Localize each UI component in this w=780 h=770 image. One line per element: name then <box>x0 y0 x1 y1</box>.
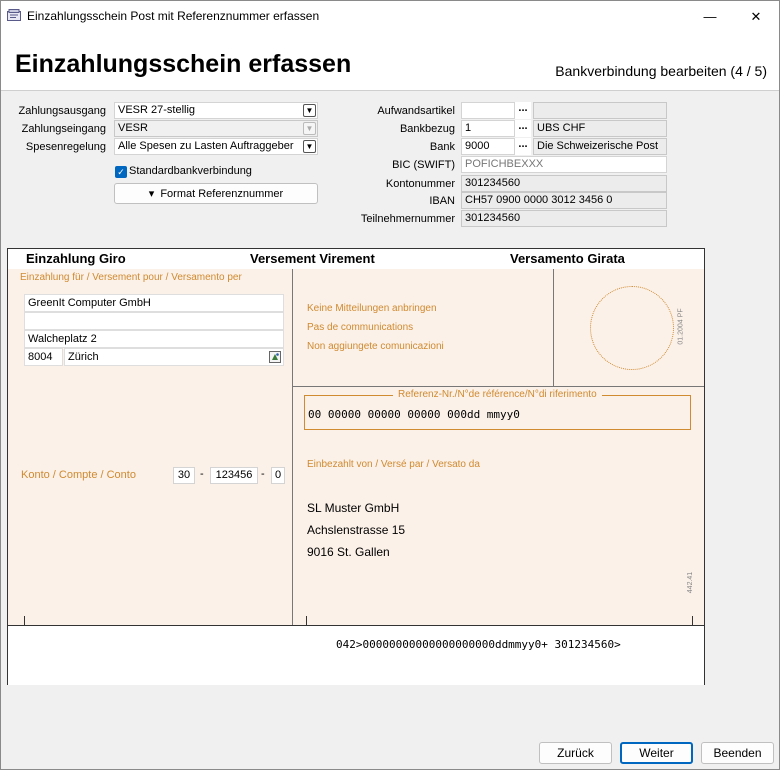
ocr-coding-line: 042>00000000000000000000ddmmyy0+ 3012345… <box>336 638 621 651</box>
konto-part-3[interactable]: 0 <box>271 467 285 484</box>
einzahlung-fuer-label: Einzahlung für / Versement pour / Versam… <box>20 272 242 283</box>
konto-dash-2: - <box>261 468 265 480</box>
bic-input[interactable]: POFICHBEXXX <box>461 156 667 173</box>
format-referenznummer-label: Format Referenznummer <box>160 187 284 200</box>
kontonummer-field: 301234560 <box>461 175 667 192</box>
form-code: 01.2004 PF <box>677 308 685 345</box>
aufwandsartikel-description <box>533 102 667 119</box>
zahlungsausgang-value: VESR 27-stellig <box>118 104 196 116</box>
recipient-ort[interactable]: Zürich <box>64 348 284 366</box>
bankbezug-lookup-button[interactable]: ... <box>515 120 531 137</box>
next-button[interactable]: Weiter <box>620 742 693 764</box>
mitteilung-line-1: Keine Mitteilungen anbringen <box>307 303 437 314</box>
chevron-down-icon: ▼ <box>303 122 316 135</box>
bic-label: BIC (SWIFT) <box>392 159 455 171</box>
aufwandsartikel-label: Aufwandsartikel <box>377 105 455 117</box>
payment-slip-icon <box>7 9 21 21</box>
zahlungsausgang-select[interactable]: VESR 27-stellig ▼ <box>114 102 318 119</box>
chevron-down-icon[interactable]: ▼ <box>303 104 316 117</box>
slip-heading-giro: Einzahlung Giro <box>26 251 126 266</box>
format-referenznummer-button[interactable]: ▾ Format Referenznummer <box>114 183 318 204</box>
bank-description: Die Schweizerische Post <box>533 138 667 155</box>
stamp-divider <box>553 269 554 386</box>
aufwandsartikel-lookup-button[interactable]: ... <box>515 102 531 119</box>
spesenregelung-value: Alle Spesen zu Lasten Auftraggeber <box>118 140 294 152</box>
location-lookup-icon[interactable] <box>269 351 281 363</box>
close-button[interactable]: ✕ <box>733 1 779 32</box>
recipient-line-3[interactable]: Walcheplatz 2 <box>24 330 284 348</box>
slip-heading-girata: Versamento Girata <box>510 251 625 266</box>
konto-part-1[interactable]: 30 <box>173 467 195 484</box>
teilnehmernummer-field: 301234560 <box>461 210 667 227</box>
finish-button[interactable]: Beenden <box>701 742 774 764</box>
tick-mark-right <box>692 616 693 626</box>
dialog-window: Einzahlungsschein Post mit Referenznumme… <box>0 0 780 770</box>
slip-message-section: Keine Mitteilungen anbringen Pas de comm… <box>293 269 704 387</box>
payer-line-3: 9016 St. Gallen <box>307 545 390 559</box>
payer-line-1: SL Muster GmbH <box>307 501 400 515</box>
tick-mark-left <box>24 616 25 626</box>
side-code: 442.41 <box>687 571 695 594</box>
payer-line-2: Achslenstrasse 15 <box>307 523 406 537</box>
chevron-down-icon[interactable]: ▼ <box>303 140 316 153</box>
minimize-button[interactable]: — <box>687 1 733 32</box>
slip-reference-section: Referenz-Nr./N°de référence/N°di riferim… <box>293 387 704 625</box>
kontonummer-label: Kontonummer <box>385 178 455 190</box>
title-bar: Einzahlungsschein Post mit Referenznumme… <box>1 1 779 32</box>
page-title: Einzahlungsschein erfassen <box>15 50 352 78</box>
back-button[interactable]: Zurück <box>539 742 612 764</box>
slip-left-section: Einzahlung für / Versement pour / Versam… <box>8 269 293 625</box>
spesenregelung-select[interactable]: Alle Spesen zu Lasten Auftraggeber ▼ <box>114 138 318 155</box>
konto-dash-1: - <box>200 468 204 480</box>
teilnehmernummer-label: Teilnehmernummer <box>360 213 455 225</box>
recipient-line-2[interactable] <box>24 312 284 330</box>
iban-field: CH57 0900 0000 3012 3456 0 <box>461 192 667 209</box>
wizard-header: Einzahlungsschein erfassen Bankverbindun… <box>1 32 779 91</box>
zahlungseingang-label: Zahlungseingang <box>21 123 106 135</box>
bankbezug-label: Bankbezug <box>399 123 455 135</box>
einbezahlt-label: Einbezahlt von / Versé par / Versato da <box>307 459 480 470</box>
standardbank-checkbox-label[interactable]: Standardbankverbindung <box>129 165 252 177</box>
konto-label: Konto / Compte / Conto <box>21 469 136 481</box>
tick-mark-middle <box>306 616 307 626</box>
step-indicator: Bankverbindung bearbeiten (4 / 5) <box>555 63 767 79</box>
zahlungsausgang-label: Zahlungsausgang <box>18 105 106 117</box>
spesenregelung-label: Spesenregelung <box>25 141 106 153</box>
slip-header: Einzahlung Giro Versement Virement Versa… <box>8 249 704 269</box>
bankbezug-input[interactable]: 1 <box>461 120 515 137</box>
mitteilung-line-3: Non aggiungete comunicazioni <box>307 341 444 352</box>
referenz-value[interactable]: 00 00000 00000 00000 000dd mmyy0 <box>308 408 520 421</box>
aufwandsartikel-input[interactable] <box>461 102 515 119</box>
iban-label: IBAN <box>429 195 455 207</box>
mitteilung-line-2: Pas de communications <box>307 322 414 333</box>
payment-slip: Einzahlung Giro Versement Virement Versa… <box>7 248 705 685</box>
konto-part-2[interactable]: 123456 <box>210 467 258 484</box>
recipient-plz[interactable]: 8004 <box>24 348 63 366</box>
recipient-line-1[interactable]: GreenIt Computer GmbH <box>24 294 284 312</box>
zahlungseingang-select[interactable]: VESR ▼ <box>114 120 318 137</box>
window-title: Einzahlungsschein Post mit Referenznumme… <box>27 9 320 23</box>
bank-label: Bank <box>429 141 455 153</box>
ocr-coding-line-area: 042>00000000000000000000ddmmyy0+ 3012345… <box>8 616 704 685</box>
recipient-ort-value: Zürich <box>68 351 99 363</box>
post-stamp-circle <box>590 286 674 370</box>
bankbezug-description: UBS CHF <box>533 120 667 137</box>
referenz-label: Referenz-Nr./N°de référence/N°di riferim… <box>393 389 602 400</box>
bank-input[interactable]: 9000 <box>461 138 515 155</box>
slip-heading-virement: Versement Virement <box>250 251 375 266</box>
dropdown-arrow-icon: ▾ <box>148 188 155 200</box>
zahlungseingang-value: VESR <box>118 122 148 134</box>
standardbank-checkbox[interactable]: ✓ <box>115 166 127 178</box>
bank-lookup-button[interactable]: ... <box>515 138 531 155</box>
